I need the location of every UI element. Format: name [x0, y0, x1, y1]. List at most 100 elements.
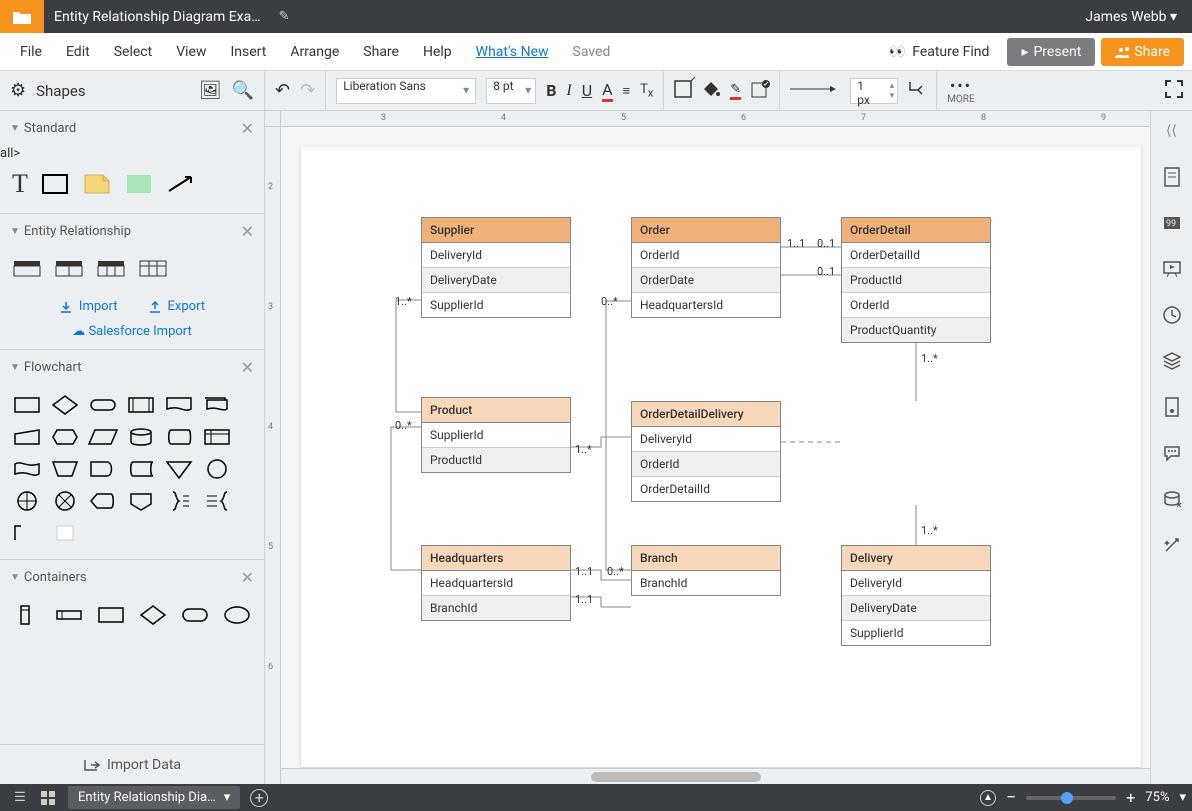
magic-icon[interactable]	[1160, 533, 1184, 557]
zoom-slider[interactable]	[1026, 796, 1116, 800]
menu-whatsnew[interactable]: What's New	[464, 38, 561, 66]
scrollbar-horizontal[interactable]	[281, 768, 1150, 784]
footer-grid-icon[interactable]	[34, 787, 62, 809]
layers-icon[interactable]	[1160, 349, 1184, 373]
cont-5[interactable]	[180, 603, 210, 627]
menu-view[interactable]: View	[164, 38, 218, 66]
fc-sum[interactable]	[50, 489, 80, 513]
fc-connector[interactable]	[202, 457, 232, 481]
undo-button[interactable]: ↶	[275, 80, 290, 101]
autoscroll-icon[interactable]: ▲	[980, 790, 996, 806]
entity-orderdetaildelivery[interactable]: OrderDetailDeliveryDeliveryIdOrderIdOrde…	[631, 401, 781, 502]
fc-note[interactable]	[202, 489, 232, 513]
entity-order[interactable]: OrderOrderIdOrderDateHeadquartersId	[631, 217, 781, 318]
entity-supplier[interactable]: SupplierDeliveryIdDeliveryDateSupplierId	[421, 217, 571, 318]
import-data-button[interactable]: Import Data	[0, 744, 264, 784]
zoom-in-button[interactable]: +	[1126, 788, 1135, 807]
fc-offpage[interactable]	[126, 489, 156, 513]
block-shape[interactable]	[124, 172, 154, 196]
line-style-button[interactable]	[790, 83, 840, 98]
feature-find[interactable]: 👀Feature Find	[889, 44, 990, 60]
fc-direct-data[interactable]	[164, 425, 194, 449]
rect-shape[interactable]	[40, 172, 70, 196]
fc-preparation[interactable]	[50, 425, 80, 449]
import-link[interactable]: Import	[59, 299, 118, 314]
close-icon[interactable]: ✕	[241, 568, 254, 587]
fc-display[interactable]	[88, 489, 118, 513]
shape-border-button[interactable]	[674, 80, 692, 102]
fc-multidoc[interactable]	[202, 393, 232, 417]
er-shape-3[interactable]	[96, 257, 126, 281]
add-page-button[interactable]: +	[250, 789, 268, 807]
entity-delivery[interactable]: DeliveryDeliveryIdDeliveryDateSupplierId	[841, 545, 991, 646]
menu-arrange[interactable]: Arrange	[278, 38, 351, 66]
fc-document[interactable]	[164, 393, 194, 417]
data-icon[interactable]	[1160, 395, 1184, 419]
collapse-dock-icon[interactable]: ⟨⟨	[1160, 119, 1184, 143]
chat-icon[interactable]	[1160, 441, 1184, 465]
arrow-shape[interactable]	[166, 172, 196, 196]
fc-predefined[interactable]	[126, 393, 156, 417]
fc-manual-op[interactable]	[50, 457, 80, 481]
group-containers-label[interactable]: Containers	[24, 570, 87, 585]
fontsize-select[interactable]: 8 pt▾	[486, 78, 536, 104]
rename-icon[interactable]: ✎	[279, 9, 290, 24]
zoom-dropdown-icon[interactable]: ▾	[1179, 790, 1186, 805]
er-shape-1[interactable]	[12, 257, 42, 281]
font-select[interactable]: Liberation Sans▾	[336, 78, 476, 104]
cont-2[interactable]	[54, 603, 84, 627]
share-button[interactable]: Share	[1101, 38, 1184, 66]
menu-edit[interactable]: Edit	[54, 38, 102, 66]
line-color-button[interactable]: ✎	[730, 82, 741, 100]
er-shape-4[interactable]	[138, 257, 168, 281]
group-flowchart-label[interactable]: Flowchart	[24, 360, 82, 375]
underline-button[interactable]: U	[582, 81, 592, 100]
cont-1[interactable]	[12, 603, 42, 627]
note-shape[interactable]	[82, 172, 112, 196]
fc-data[interactable]	[88, 425, 118, 449]
fullscreen-button[interactable]	[1166, 81, 1182, 101]
cont-6[interactable]	[222, 603, 252, 627]
fc-decision[interactable]	[50, 393, 80, 417]
cont-3[interactable]	[96, 603, 126, 627]
group-er-label[interactable]: Entity Relationship	[24, 224, 131, 239]
fc-internal[interactable]	[202, 425, 232, 449]
bold-button[interactable]: B	[546, 81, 556, 100]
menu-insert[interactable]: Insert	[218, 38, 278, 66]
entity-orderdetail[interactable]: OrderDetailOrderDetailIdProductIdOrderId…	[841, 217, 991, 343]
cont-4[interactable]	[138, 603, 168, 627]
more-button[interactable]: •••MORE	[947, 76, 974, 105]
fc-terminator[interactable]	[88, 393, 118, 417]
group-standard-label[interactable]: Standard	[24, 121, 76, 136]
close-icon[interactable]: ✕	[241, 119, 254, 138]
close-icon[interactable]: ✕	[241, 222, 254, 241]
align-button[interactable]: ≡	[623, 83, 631, 99]
line-shape-button[interactable]	[908, 80, 926, 102]
menu-file[interactable]: File	[8, 38, 54, 66]
entity-headquarters[interactable]: HeadquartersHeadquartersIdBranchId	[421, 545, 571, 621]
zoom-out-button[interactable]: −	[1006, 787, 1016, 808]
entity-product[interactable]: ProductSupplierIdProductId	[421, 397, 571, 473]
text-shape[interactable]: T	[12, 169, 28, 199]
zoom-value[interactable]: 75%	[1145, 790, 1169, 805]
entity-branch[interactable]: BranchBranchId	[631, 545, 781, 596]
menu-share[interactable]: Share	[351, 38, 411, 66]
canvas-area[interactable]: 3 4 5 6 7 8 9 2 3 4 5 6 1..* 0..* 0..* 1…	[265, 111, 1150, 784]
actions-icon[interactable]	[1160, 487, 1184, 511]
er-shape-2[interactable]	[54, 257, 84, 281]
fc-stored[interactable]	[126, 457, 156, 481]
folder-icon[interactable]	[0, 0, 44, 33]
fc-tape[interactable]	[12, 457, 42, 481]
history-icon[interactable]	[1160, 303, 1184, 327]
page-tab[interactable]: Entity Relationship Dia…▾	[68, 786, 240, 809]
diagram-page[interactable]: 1..* 0..* 0..* 1..1 0..1 0..1 1..* 1..1 …	[301, 147, 1141, 767]
search-icon[interactable]: 🔍	[232, 80, 254, 101]
shapes-gear-icon[interactable]: ⚙	[10, 80, 26, 101]
fc-card[interactable]	[12, 521, 42, 545]
export-link[interactable]: Export	[148, 299, 206, 314]
footer-list-icon[interactable]: ☰	[6, 787, 34, 809]
text-color-button[interactable]: A	[602, 80, 612, 102]
salesforce-import-link[interactable]: ☁ Salesforce Import	[72, 324, 192, 339]
italic-button[interactable]: I	[566, 82, 571, 100]
image-icon[interactable]: 🖼	[199, 80, 222, 101]
